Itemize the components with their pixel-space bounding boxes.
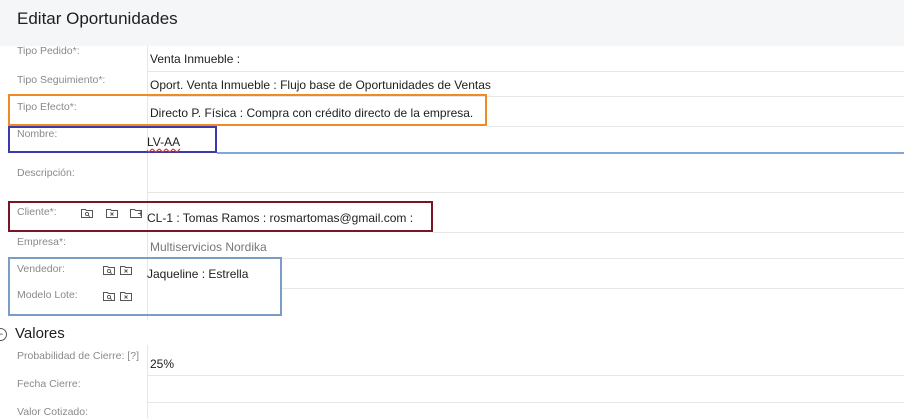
tipo-seguimiento-value[interactable]: Oport. Venta Inmueble : Flujo base de Op… bbox=[150, 78, 491, 92]
cliente-label: Cliente*: bbox=[17, 206, 57, 218]
row-divider bbox=[147, 192, 904, 193]
empresa-label: Empresa*: bbox=[17, 236, 67, 248]
form-header: Editar Oportunidades bbox=[0, 0, 904, 46]
open-folder-icon[interactable] bbox=[130, 208, 142, 218]
nombre-label: Nombre: bbox=[17, 128, 58, 140]
tipo-efecto-value[interactable]: Directo P. Física : Compra con crédito d… bbox=[150, 106, 473, 120]
descripcion-label: Descripción: bbox=[17, 167, 75, 179]
tipo-efecto-label: Tipo Efecto*: bbox=[17, 101, 77, 113]
search-folder-icon[interactable] bbox=[103, 291, 115, 301]
valor-cotizado-label: Valor Cotizado: bbox=[17, 406, 89, 418]
empresa-value: Multiservicios Nordika bbox=[150, 240, 267, 254]
row-divider bbox=[282, 288, 904, 289]
row-divider bbox=[147, 71, 904, 72]
tipo-seguimiento-label: Tipo Seguimiento*: bbox=[17, 74, 106, 86]
clear-folder-icon[interactable] bbox=[120, 291, 132, 301]
row-divider bbox=[487, 126, 904, 127]
nombre-input[interactable]: LV-AA bbox=[147, 135, 180, 149]
cliente-value[interactable]: CL-1 : Tomas Ramos : rosmartomas@gmail.c… bbox=[147, 211, 413, 225]
column-divider-valores bbox=[147, 345, 148, 418]
probabilidad-value[interactable]: 25% bbox=[150, 357, 174, 371]
row-divider bbox=[147, 375, 904, 376]
clear-folder-icon[interactable] bbox=[120, 265, 132, 275]
row-divider bbox=[433, 232, 904, 233]
search-folder-icon[interactable] bbox=[81, 208, 93, 218]
tipo-pedido-value[interactable]: Venta Inmueble : bbox=[150, 52, 240, 66]
nombre-field-underline bbox=[217, 152, 904, 154]
section-valores-header[interactable]: − Valores bbox=[0, 325, 65, 342]
fecha-cierre-label: Fecha Cierre: bbox=[17, 378, 81, 390]
vendedor-label: Vendedor: bbox=[17, 263, 65, 275]
probabilidad-label: Probabilidad de Cierre: [?] bbox=[17, 350, 139, 362]
search-folder-icon[interactable] bbox=[103, 265, 115, 275]
page-title: Editar Oportunidades bbox=[17, 9, 178, 28]
row-divider bbox=[147, 402, 904, 403]
vendedor-value[interactable]: Jaqueline : Estrella bbox=[147, 267, 248, 281]
tipo-pedido-label: Tipo Pedido*: bbox=[17, 45, 80, 57]
modelo-lote-label: Modelo Lote: bbox=[17, 289, 78, 301]
collapse-toggle-icon[interactable]: − bbox=[0, 328, 7, 341]
section-valores-title: Valores bbox=[15, 325, 65, 342]
clear-folder-icon[interactable] bbox=[106, 208, 118, 218]
